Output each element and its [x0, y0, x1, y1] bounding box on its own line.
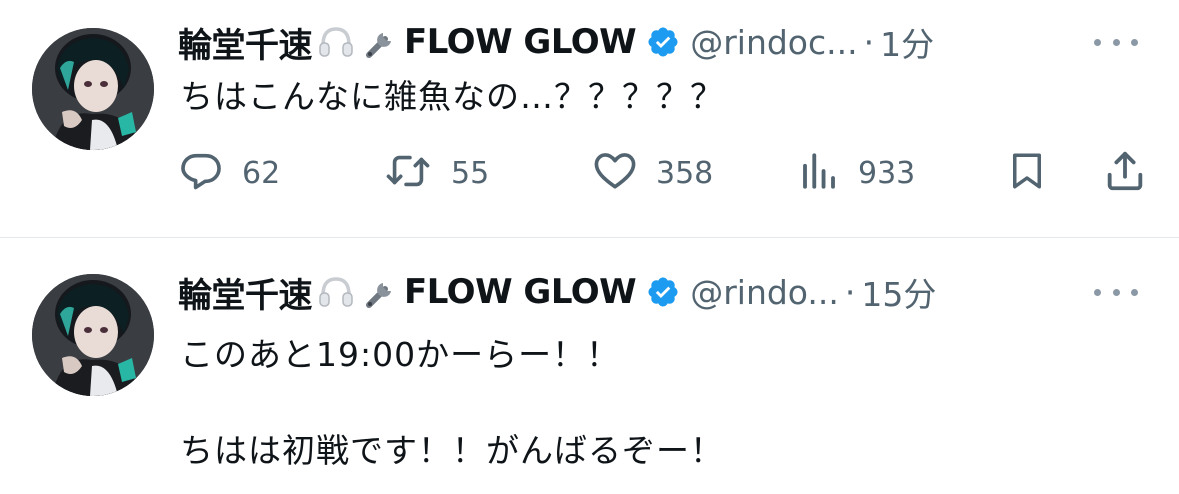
verified-icon	[646, 25, 680, 59]
handle[interactable]: @rindo...	[690, 273, 839, 312]
tweet[interactable]: 輪堂千速 FLOW GLOW @rindo... · 15分 このあと19:00…	[0, 238, 1179, 494]
views-button[interactable]: 933	[798, 150, 915, 196]
reply-count: 62	[242, 155, 281, 191]
share-button[interactable]	[1102, 150, 1148, 196]
more-icon[interactable]	[1094, 27, 1138, 57]
like-count: 358	[656, 155, 714, 191]
avatar[interactable]	[32, 274, 154, 396]
separator-dot: ·	[844, 272, 856, 312]
wrench-emoji	[360, 272, 400, 312]
bookmark-icon	[1006, 148, 1048, 198]
views-icon	[798, 148, 840, 198]
tweet-text: ちはこんなに雑魚なの…？？？？？	[180, 77, 724, 116]
retweet-icon	[383, 148, 433, 198]
verified-icon	[646, 275, 680, 309]
timestamp[interactable]: 15分	[861, 268, 936, 316]
tweet[interactable]: 輪堂千速 FLOW GLOW @rindoc... · 1分 ちはこんなに雑魚な…	[0, 0, 1179, 237]
separator-dot: ·	[863, 22, 875, 62]
handle[interactable]: @rindoc...	[690, 23, 857, 62]
like-button[interactable]: 358	[592, 150, 713, 196]
reply-icon	[178, 148, 224, 198]
views-count: 933	[858, 155, 916, 191]
retweet-count: 55	[451, 155, 490, 191]
display-name[interactable]: 輪堂千速	[178, 268, 313, 317]
tweet-text: このあと19:00かーらー！！ ちはは初戦です！！がんばるぞー！	[180, 335, 724, 470]
reply-button[interactable]: 62	[178, 150, 280, 196]
display-name-suffix[interactable]: FLOW GLOW	[404, 22, 637, 62]
avatar[interactable]	[32, 28, 154, 150]
headphones-emoji	[316, 22, 356, 62]
share-icon	[1102, 148, 1148, 198]
display-name-suffix[interactable]: FLOW GLOW	[404, 272, 637, 312]
like-icon	[592, 148, 638, 198]
headphones-emoji	[316, 272, 356, 312]
tweet-header: 輪堂千速 FLOW GLOW @rindo... · 15分	[178, 268, 1138, 317]
wrench-emoji	[360, 22, 400, 62]
bookmark-button[interactable]	[1006, 150, 1048, 196]
timestamp[interactable]: 1分	[880, 18, 934, 66]
retweet-button[interactable]: 55	[383, 150, 489, 196]
action-bar: 62 55 358 933	[178, 150, 1148, 196]
more-icon[interactable]	[1094, 277, 1138, 307]
display-name[interactable]: 輪堂千速	[178, 18, 313, 67]
tweet-header: 輪堂千速 FLOW GLOW @rindoc... · 1分	[178, 18, 1138, 67]
